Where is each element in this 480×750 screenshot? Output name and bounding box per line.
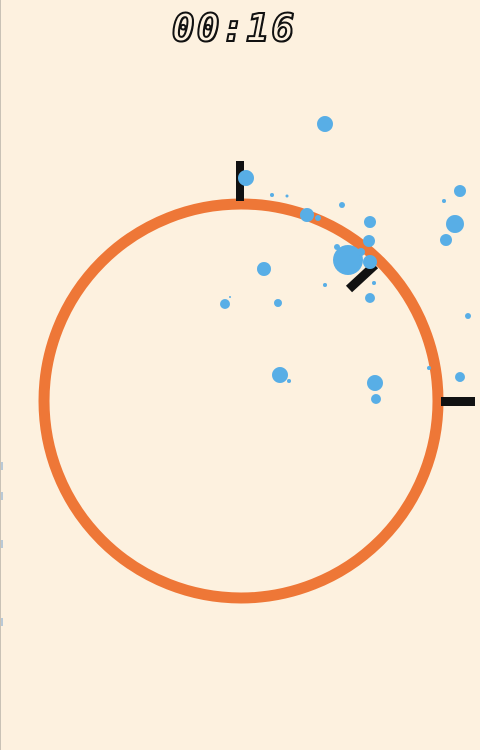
bubble bbox=[465, 313, 471, 319]
bubble bbox=[455, 372, 465, 382]
bubble bbox=[287, 379, 291, 383]
bubble bbox=[238, 170, 254, 186]
bubble bbox=[257, 262, 271, 276]
spike-right bbox=[441, 397, 475, 406]
bubble bbox=[357, 248, 365, 256]
bubble bbox=[334, 244, 340, 250]
bubble bbox=[442, 199, 446, 203]
bubble bbox=[427, 366, 431, 370]
game-stage[interactable]: 00:16 bbox=[0, 0, 480, 750]
bubble bbox=[300, 208, 314, 222]
bubble bbox=[229, 296, 231, 298]
bubble bbox=[365, 293, 375, 303]
bubble bbox=[367, 375, 383, 391]
edge-mark bbox=[1, 492, 3, 500]
bubble bbox=[270, 193, 274, 197]
bubble bbox=[363, 255, 377, 269]
bubble bbox=[446, 215, 464, 233]
edge-mark bbox=[1, 540, 3, 548]
bubble bbox=[323, 283, 327, 287]
bubble bbox=[372, 281, 376, 285]
edge-mark bbox=[1, 462, 3, 470]
bubble bbox=[285, 194, 289, 198]
bubble bbox=[454, 185, 466, 197]
game-board[interactable] bbox=[1, 0, 480, 750]
edge-mark bbox=[1, 618, 3, 626]
bubble bbox=[302, 211, 306, 215]
bubble bbox=[364, 216, 376, 228]
bubble bbox=[371, 394, 381, 404]
bubble bbox=[440, 234, 452, 246]
bubble bbox=[220, 299, 230, 309]
bubble bbox=[315, 215, 321, 221]
bubble bbox=[363, 235, 375, 247]
bubble bbox=[317, 116, 333, 132]
bubble bbox=[339, 202, 345, 208]
bubble bbox=[272, 367, 288, 383]
bubble bbox=[274, 299, 282, 307]
